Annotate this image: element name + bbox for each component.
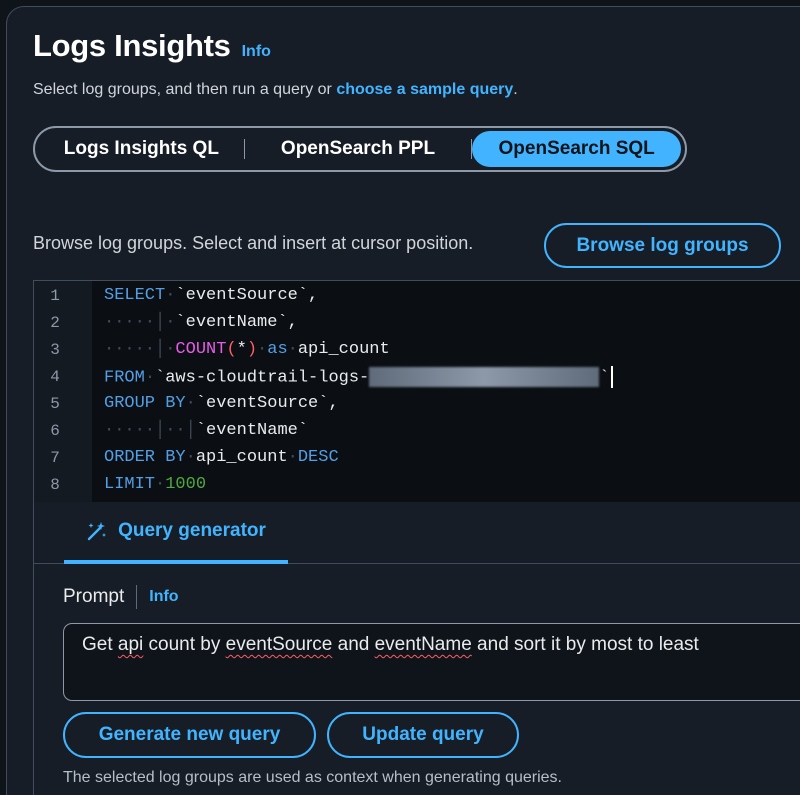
code-text: `eventName`, [175, 313, 298, 332]
prompt-text-misspelled: eventSource [225, 634, 333, 655]
divider [136, 585, 138, 609]
query-language-selector: Logs Insights QL OpenSearch PPL OpenSear… [33, 126, 687, 172]
subtitle-suffix: . [513, 81, 518, 98]
line-number: 8 [50, 475, 60, 494]
generator-tab-bar: Query generator [34, 502, 800, 564]
page-title: Logs Insights [33, 28, 231, 63]
code-line: 6 ·····│··│`eventName` [34, 417, 308, 444]
code-line: 8 LIMIT·1000 [34, 471, 206, 498]
code-text: `eventSource`, [175, 286, 319, 305]
code-number: 1000 [165, 475, 207, 494]
generate-new-query-button[interactable]: Generate new query [63, 712, 316, 758]
code-line: 4 FROM·`aws-cloudtrail-logs- ` [34, 363, 614, 390]
code-keyword: GROUP BY [104, 394, 186, 413]
subtitle-prefix: Select log groups, and then run a query … [33, 81, 337, 98]
browse-hint: Browse log groups. Select and insert at … [33, 233, 474, 253]
sample-query-link[interactable]: choose a sample query [336, 81, 513, 98]
update-query-button[interactable]: Update query [327, 712, 519, 758]
code-text: api_count [195, 448, 288, 467]
code-paren: ) [246, 340, 258, 359]
title-info-link[interactable]: Info [242, 43, 271, 61]
title-row: Logs Insights Info [33, 28, 271, 64]
line-number: 3 [50, 340, 60, 359]
query-generator-panel: Query generator Prompt Info Get api coun… [33, 502, 800, 795]
line-number: 5 [50, 394, 60, 413]
code-keyword: LIMIT [104, 475, 156, 494]
tab-label: Query generator [118, 520, 266, 541]
code-function: COUNT [175, 340, 227, 359]
prompt-text: count by [143, 634, 226, 655]
code-line: 7 ORDER BY·api_count·DESC [34, 444, 338, 471]
prompt-text-misspelled: eventName [374, 634, 472, 655]
code-keyword: as [267, 340, 288, 359]
subtitle: Select log groups, and then run a query … [33, 81, 518, 99]
code-keyword: SELECT [104, 286, 166, 305]
code-line: 5 GROUP BY·`eventSource`, [34, 390, 338, 417]
generator-footnote: The selected log groups are used as cont… [63, 769, 562, 786]
tab-query-generator[interactable]: Query generator [64, 502, 288, 564]
code-text: ` [599, 367, 610, 387]
prompt-text: Get [82, 634, 118, 655]
magic-wand-icon [87, 522, 107, 541]
prompt-info-link[interactable]: Info [149, 588, 178, 606]
code-paren: ( [226, 340, 237, 359]
code-line: 2 ·····│·`eventName`, [34, 309, 298, 336]
code-keyword: ORDER BY [104, 448, 186, 467]
line-number: 2 [50, 313, 60, 332]
code-line: 1 SELECT·`eventSource`, [34, 282, 318, 309]
segment-logs-insights-ql[interactable]: Logs Insights QL [39, 131, 244, 167]
text-cursor [611, 365, 614, 388]
code-line: 3 ·····│·COUNT(*)·as·api_count [34, 336, 390, 363]
redacted-region [369, 366, 600, 387]
code-text: api_count [297, 340, 390, 359]
segment-opensearch-ppl[interactable]: OpenSearch PPL [245, 131, 472, 167]
code-text: `eventSource`, [195, 394, 339, 413]
code-keyword: DESC [297, 448, 339, 467]
query-editor[interactable]: 1 SELECT·`eventSource`, 2 ·····│·`eventN… [33, 280, 800, 502]
code-text: * [236, 340, 247, 359]
prompt-label-row: Prompt Info [63, 585, 179, 609]
prompt-text-misspelled: api [117, 634, 144, 655]
line-number: 6 [50, 421, 60, 440]
line-number: 7 [50, 448, 60, 467]
prompt-textarea[interactable]: Get api count by eventSource and eventNa… [63, 623, 800, 701]
code-text: `aws-cloudtrail-logs- [155, 367, 370, 387]
prompt-text: and sort it by most to least [471, 634, 699, 655]
browse-log-groups-button[interactable]: Browse log groups [544, 223, 781, 268]
prompt-label: Prompt [63, 586, 125, 607]
code-text: `eventName` [195, 421, 309, 440]
line-number: 4 [50, 367, 60, 386]
segment-opensearch-sql[interactable]: OpenSearch SQL [472, 131, 682, 167]
prompt-text: and [332, 634, 375, 655]
line-number: 1 [50, 286, 60, 305]
code-keyword: FROM [104, 367, 145, 387]
